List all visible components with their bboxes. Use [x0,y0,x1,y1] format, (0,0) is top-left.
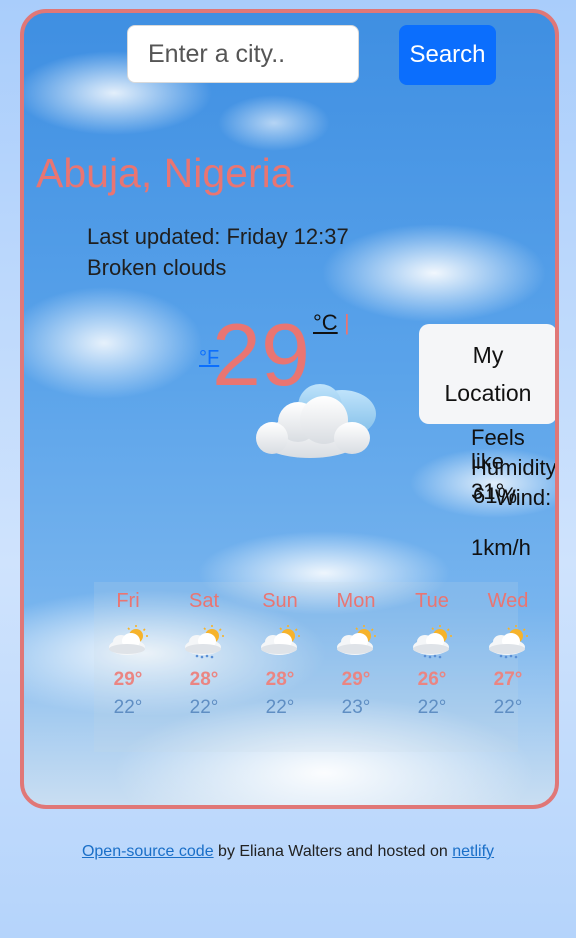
forecast-day-name: Tue [415,590,449,612]
weather-meta: Last updated: Friday 12:37 Broken clouds [87,221,349,283]
partly-cloudy-icon [318,625,394,659]
forecast-min-temp: 22° [493,697,523,718]
partly-cloudy-rain-icon [470,625,546,659]
last-updated: Last updated: Friday 12:37 [87,224,349,249]
forecast-max-temp: 29° [341,669,371,690]
wind-value: 1km/h [471,535,531,560]
partly-cloudy-rain-icon [166,625,242,659]
forecast-day-name: Wed [487,590,529,612]
partly-cloudy-rain-icon [394,625,470,659]
wind-label: Wind: [495,485,552,510]
forecast-max-temp: 28° [189,669,219,690]
forecast-day-name: Sun [262,590,298,612]
my-location-button[interactable]: My Location [419,324,555,424]
forecast-min-temp: 22° [113,697,143,718]
forecast-day: Fri 29° 22° [90,582,166,719]
forecast-min-temp: 22° [265,697,295,718]
broken-clouds-icon [250,376,380,471]
celsius-link[interactable]: °C [313,310,338,336]
forecast-day: Sat 28° 22° [166,582,242,719]
unit-separator: | [344,310,350,335]
city-search-input[interactable] [127,25,359,83]
forecast-min-temp: 22° [417,697,447,718]
weather-description: Broken clouds [87,255,227,280]
forecast-min-temp: 22° [189,697,219,718]
forecast-min-temp: 23° [341,697,371,718]
forecast-max-temp: 26° [417,669,447,690]
forecast-day: Wed 27° 22° [470,582,546,719]
forecast-day: Tue 26° 22° [394,582,470,719]
footer: Open-source code by Eliana Walters and h… [0,843,576,861]
forecast-day-name: Mon [336,590,376,612]
forecast-day-name: Fri [116,590,140,612]
partly-cloudy-icon [90,625,166,659]
forecast-day-name: Sat [188,590,220,612]
forecast-max-temp: 28° [265,669,295,690]
forecast-max-temp: 27° [493,669,523,690]
my-location-label-line1: My [472,342,504,368]
weather-card: Search Abuja, Nigeria Last updated: Frid… [20,9,559,809]
my-location-label-line2: Location [444,380,532,406]
forecast-day: Sun 28° 22° [242,582,318,719]
netlify-link[interactable]: netlify [452,843,494,860]
footer-text: by Eliana Walters and hosted on [213,843,453,860]
search-button[interactable]: Search [399,25,496,85]
partly-cloudy-icon [242,625,318,659]
city-title: Abuja, Nigeria [36,150,294,196]
forecast-max-temp: 29° [113,669,143,690]
forecast-panel: Fri 29° 22° Sat 28° 22° Sun 28° 22° Mon 29° 23° Tue 2… [94,582,528,752]
forecast-day: Mon 29° 23° [318,582,394,719]
open-source-link[interactable]: Open-source code [82,843,214,860]
